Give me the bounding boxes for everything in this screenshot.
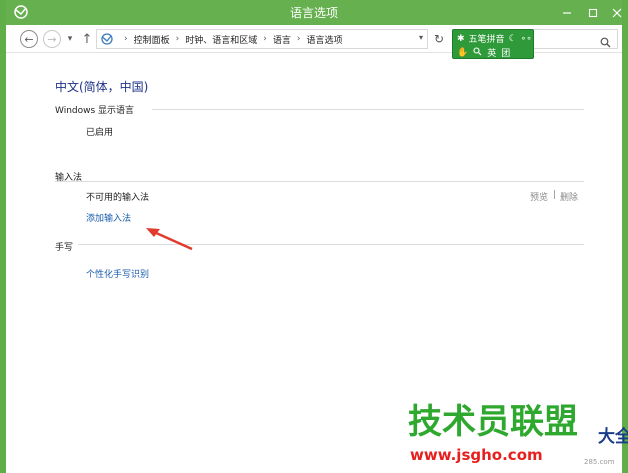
refresh-button[interactable]: ↻: [431, 31, 447, 47]
ime-name[interactable]: 五笔拼音: [469, 32, 505, 45]
breadcrumb-separator: ›: [175, 34, 180, 44]
watermark-title: 技术员联盟: [408, 402, 578, 442]
add-input-method-link[interactable]: 添加输入法: [86, 211, 131, 224]
breadcrumb-separator: ›: [263, 34, 267, 44]
personalize-handwriting-link[interactable]: 个性化手写识别: [86, 267, 149, 280]
chevron-down-icon: ▾: [67, 34, 73, 44]
unavailable-input-method: 不可用的输入法: [86, 193, 150, 203]
section-divider: [55, 181, 584, 182]
arrow-right-icon: →: [47, 32, 57, 46]
breadcrumb-item-language-options[interactable]: 语言选项: [306, 33, 342, 46]
address-bar: ← → ▾ ↑ › 控制面板 › 时钟、语言和区域 › 语言 › 语言选项 ▾ …: [6, 25, 622, 59]
ime-menu-icon[interactable]: ✱: [457, 34, 465, 44]
red-arrow-annotation: [146, 228, 193, 251]
action-separator: |: [553, 190, 557, 200]
breadcrumb[interactable]: › 控制面板 › 时钟、语言和区域 › 语言 › 语言选项 ▾: [96, 29, 428, 49]
search-icon[interactable]: [600, 33, 611, 52]
watermark-url: www.jsgho.com: [410, 446, 543, 464]
watermark-small-text: 285.com: [584, 458, 615, 466]
maximize-button[interactable]: [582, 0, 604, 25]
section-heading-handwriting: 手写: [55, 243, 74, 253]
refresh-icon: ↻: [433, 32, 445, 46]
window-title: 语言选项: [289, 6, 338, 20]
display-language-status: 已启用: [86, 128, 114, 138]
title-bar[interactable]: 语言选项: [6, 0, 622, 25]
watermark-suffix: 大全: [598, 427, 628, 447]
arrow-up-icon: ↑: [81, 31, 93, 47]
ime-sound-indicator[interactable]: ∘∘: [521, 34, 532, 44]
language-options-window: 语言选项 ← → ▾ ↑ › 控制面板 › 时钟、语言和区域 › 语言 › 语言…: [0, 0, 628, 473]
breadcrumb-item-control-panel[interactable]: 控制面板: [134, 33, 170, 46]
arrow-left-icon: ←: [24, 32, 34, 46]
chevron-down-icon[interactable]: ▾: [419, 33, 423, 42]
preview-link[interactable]: 预览: [530, 190, 548, 203]
up-button[interactable]: ↑: [78, 30, 96, 48]
control-panel-icon: [100, 32, 114, 46]
main-content: 中文(简体，中国) Windows 显示语言 已启用 输入法 不可用的输入法 预…: [12, 54, 628, 414]
forward-button[interactable]: →: [43, 30, 61, 48]
breadcrumb-item-clock-language-region[interactable]: 时钟、语言和区域: [185, 33, 257, 46]
breadcrumb-item-language[interactable]: 语言: [273, 33, 291, 46]
back-button[interactable]: ←: [20, 30, 38, 48]
section-divider: [152, 109, 584, 110]
minimize-button[interactable]: [554, 0, 580, 25]
section-heading-display-language: Windows 显示语言: [55, 106, 135, 116]
moon-icon[interactable]: ☾: [509, 34, 517, 44]
delete-link[interactable]: 删除: [560, 190, 578, 203]
breadcrumb-separator: ›: [124, 34, 128, 44]
watermark-logo: 技术员联盟 大全 www.jsgho.com 285.com: [406, 402, 628, 470]
recent-locations-button[interactable]: ▾: [64, 30, 76, 48]
page-title: 中文(简体，中国): [55, 80, 149, 94]
close-button[interactable]: [606, 0, 628, 25]
breadcrumb-separator: ›: [296, 34, 301, 44]
